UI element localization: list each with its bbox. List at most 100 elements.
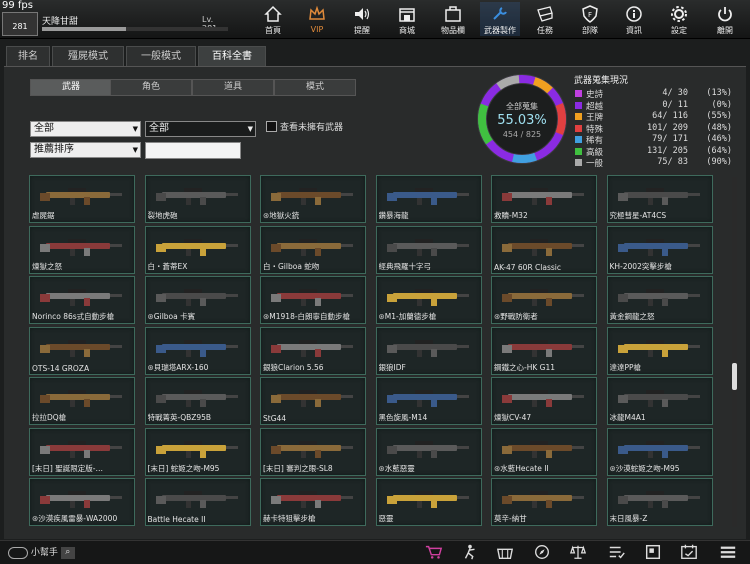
scrollbar-thumb[interactable] (732, 363, 737, 390)
weapon-name-text: [末日] 蛇姬之吻-M95 (147, 463, 220, 473)
subtab-items[interactable]: 道具 (192, 79, 274, 96)
subtab-characters[interactable]: 角色 (110, 79, 192, 96)
weapon-icon (155, 390, 238, 407)
tab-zombie-mode[interactable]: 殭屍模式 (52, 46, 124, 66)
weapon-card[interactable]: 冰龍M4A1 (606, 377, 713, 425)
nav-button-5[interactable]: 武器製作 (480, 2, 520, 36)
weapon-card[interactable]: 惡靈 (375, 478, 482, 526)
weapon-card[interactable]: 莫辛-納甘 (491, 478, 597, 526)
weapon-name-text: 經典飛羅十字弓 (378, 261, 432, 271)
weapon-name: [末日] 聖誕限定版-… (32, 463, 132, 474)
weapon-card[interactable]: ⊛水藍惡靈 (375, 427, 482, 476)
weapon-card[interactable]: ⊛Gilboa 卡賓 (144, 276, 251, 324)
nav-button-1[interactable]: VIP (297, 2, 337, 36)
weapon-card[interactable]: AK-47 60R Classic (491, 225, 597, 274)
weapon-card[interactable]: ⊛沙漠蛇姬之吻-M95 (606, 427, 713, 476)
weapon-card[interactable]: 究極彗星-AT4CS (606, 175, 713, 223)
weapon-card[interactable]: 黑色旋風-M14 (375, 377, 482, 425)
nav-button-10[interactable]: 離開 (705, 2, 745, 36)
weapon-name-text: 裂地虎砲 (147, 211, 178, 220)
weapon-card[interactable]: 救贖-M32 (491, 175, 597, 223)
calendar-icon[interactable] (678, 543, 700, 561)
weapon-card[interactable]: 黃金鋼龍之怒 (606, 276, 713, 324)
nav-button-0[interactable]: 首頁 (253, 2, 293, 36)
nav-button-9[interactable]: 設定 (659, 2, 699, 36)
scrollbar-track[interactable] (732, 177, 737, 527)
checklist-icon[interactable] (606, 543, 628, 561)
weapon-card[interactable]: [末日] 聖誕限定版-… (29, 427, 135, 476)
weapon-card[interactable]: 虐屍鋸 (29, 175, 135, 223)
weapon-card[interactable]: 赫卡特狙擊步槍 (260, 478, 366, 526)
weapon-card[interactable]: ⊛M1918-白朗寧自動步槍 (260, 276, 366, 324)
basket-icon[interactable] (494, 543, 516, 561)
nav-button-3[interactable]: 商城 (387, 2, 427, 36)
weapon-card[interactable]: ⊛水藍Hecate II (491, 427, 597, 476)
weapon-card[interactable]: 鋼鐵之心-HK G11 (491, 326, 597, 375)
weapon-card[interactable]: OTS-14 GROZA (29, 326, 135, 375)
weapon-card[interactable]: 銀狼Clarion 5.56 (260, 326, 366, 375)
subtab-modes[interactable]: 模式 (274, 79, 356, 96)
weapon-card[interactable]: 經典飛羅十字弓 (375, 225, 482, 274)
weapon-card[interactable]: 白・蒼蒂EX (144, 225, 251, 274)
weapon-icon (271, 339, 353, 357)
weapon-card[interactable]: ⊛M1-加蘭德步槍 (375, 276, 482, 324)
search-input[interactable] (145, 142, 241, 159)
subcategory-dropdown[interactable]: 全部 ▼ (145, 121, 256, 137)
nav-button-2[interactable]: 提醒 (342, 2, 382, 36)
weapon-card[interactable]: ⊛野戰防衛者 (491, 276, 597, 324)
weapon-card[interactable]: 銀狼IDF (375, 326, 482, 375)
tab-ranking[interactable]: 排名 (6, 46, 50, 66)
weapon-name: [末日] 蛇姬之吻-M95 (148, 463, 248, 474)
unowned-checkbox[interactable] (266, 121, 277, 132)
weapon-card[interactable]: ⊛沙漠疾風雷暴-WA2000 (29, 478, 135, 526)
tab-normal-mode[interactable]: 一般模式 (126, 46, 196, 66)
weapon-card[interactable]: 末日風暴-Z (606, 478, 713, 526)
subtab-weapons[interactable]: 武器 (30, 79, 112, 96)
collection-stats: 武器蒐集現況 史詩 4/ 30 (13%) 超越 0/ 11 (0%) 王牌 64/ 116 (… (574, 73, 744, 169)
weapon-name-text: 拉拉DQ槍 (32, 413, 67, 422)
weapon-card[interactable]: KH-2002突擊步槍 (606, 225, 713, 274)
weapon-name: 黑色旋風-M14 (379, 412, 479, 423)
weapon-card[interactable]: 白・Gilboa 蛇吻 (260, 225, 366, 274)
nav-button-7[interactable]: F 部隊 (570, 2, 610, 36)
weapon-name: 鑽暴海龍 (379, 210, 479, 221)
weapon-card[interactable]: Battle Hecate II (144, 478, 251, 526)
weapon-icon (617, 491, 700, 508)
weapon-card[interactable]: ⊛貝瑞塔ARX-160 (144, 326, 251, 375)
helper-button[interactable]: 小幫手 ⌕ (8, 545, 75, 559)
weapon-name: ⊛地獄火銃 (263, 210, 363, 221)
weapon-name-text: 赫卡特狙擊步槍 (263, 514, 316, 523)
nav-button-6[interactable]: 任務 (525, 2, 565, 36)
weapon-card[interactable]: 鑽暴海龍 (375, 175, 482, 223)
weapon-name: 赫卡特狙擊步槍 (263, 513, 363, 524)
weapon-card[interactable]: 特戰菁英-QBZ95B (144, 377, 251, 425)
sort-dropdown[interactable]: 推薦排序 ▼ (30, 142, 141, 158)
tab-encyclopedia[interactable]: 百科全書 (198, 46, 266, 66)
scales-icon[interactable] (567, 543, 589, 561)
xp-bar (42, 27, 228, 31)
weapon-card[interactable]: ⊛地獄火銃 (260, 175, 366, 223)
nav-button-8[interactable]: 資訊 (614, 2, 654, 36)
square-icon[interactable] (642, 543, 664, 561)
weapon-icon (617, 238, 700, 256)
weapon-card[interactable]: 煉獄CV-47 (491, 377, 597, 425)
weapon-card[interactable]: 裂地虎砲 (144, 175, 251, 223)
compass-icon[interactable] (531, 543, 553, 561)
nav-button-4[interactable]: 物品欄 (433, 2, 473, 36)
weapon-card[interactable]: 拉拉DQ槍 (29, 377, 135, 425)
weapon-card[interactable]: 煉獄之怒 (29, 225, 135, 274)
weapon-card[interactable]: StG44 (260, 377, 366, 425)
menu-icon[interactable] (717, 543, 739, 561)
weapon-name-text: 黑色旋風-M14 (378, 413, 428, 422)
cart-icon[interactable] (423, 543, 445, 561)
weapon-card[interactable]: [末日] 蛇姬之吻-M95 (144, 427, 251, 476)
category-dropdown[interactable]: 全部 ▼ (30, 121, 141, 137)
weapon-card[interactable]: [末日] 審判之眼-SL8 (260, 427, 366, 476)
weapon-card[interactable]: 達達PP槍 (606, 326, 713, 375)
weapon-card[interactable]: Norinco 86s式自動步槍 (29, 276, 135, 324)
search-icon[interactable]: ⌕ (60, 546, 75, 559)
rarity-count: 131/ 205 (647, 145, 688, 156)
weapon-name-text: 地獄火銃 (269, 211, 300, 220)
soldier-icon[interactable] (459, 543, 481, 561)
xp-fill (42, 27, 126, 31)
